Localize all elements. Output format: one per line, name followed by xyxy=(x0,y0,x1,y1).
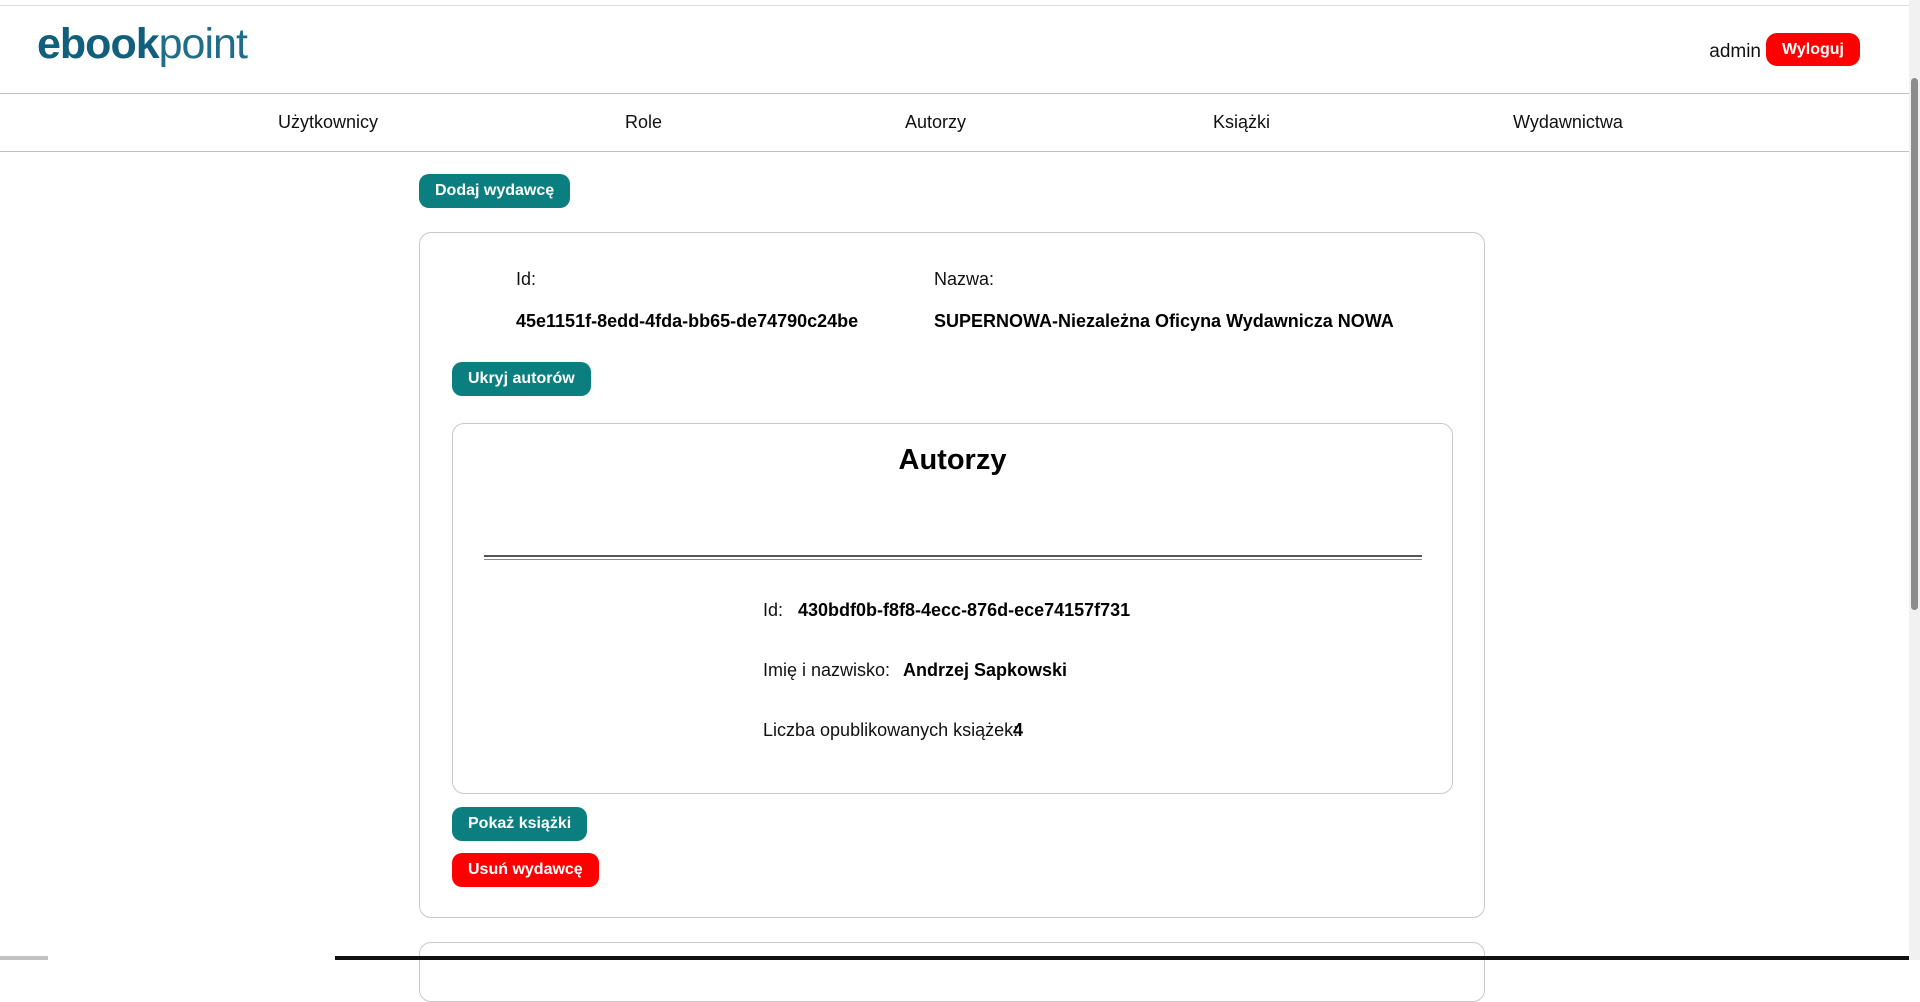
authors-divider xyxy=(484,555,1422,560)
logout-button[interactable]: Wyloguj xyxy=(1766,33,1860,66)
publisher-card-next xyxy=(419,942,1485,1002)
nav-item-authors[interactable]: Autorzy xyxy=(905,112,966,133)
author-name-label: Imię i nazwisko: xyxy=(763,660,891,680)
author-books-count-label: Liczba opublikowanych książek: xyxy=(763,720,1019,740)
bottom-strip xyxy=(0,956,1920,960)
logo-text-ebook: ebook xyxy=(37,20,160,68)
author-id-value: 430bdf0b-f8f8-4ecc-876d-ece74157f731 xyxy=(798,600,1131,620)
publisher-card: Id: 45e1151f-8edd-4fda-bb65-de74790c24be… xyxy=(419,232,1485,918)
author-id-label: Id: xyxy=(763,600,784,620)
delete-publisher-button[interactable]: Usuń wydawcę xyxy=(452,853,599,887)
nav-item-users[interactable]: Użytkownicy xyxy=(278,112,378,133)
author-name-value: Andrzej Sapkowski xyxy=(903,660,1068,680)
username-label: admin xyxy=(1709,41,1761,62)
logo-text-point: point xyxy=(158,20,248,68)
authors-title: Autorzy xyxy=(898,444,1007,476)
show-books-button[interactable]: Pokaż książki xyxy=(452,807,588,841)
publisher-id-label: Id: xyxy=(516,269,537,289)
main-nav: Użytkownicy Role Autorzy Książki Wydawni… xyxy=(0,93,1909,152)
publisher-name-label: Nazwa: xyxy=(934,269,995,289)
ebookpoint-logo[interactable]: ebookpoint xyxy=(37,20,248,69)
bottom-strip-right xyxy=(335,956,1909,960)
authors-panel: Autorzy Id: 430bdf0b-f8f8-4ecc-876d-ece7… xyxy=(452,423,1453,794)
publisher-id-value: 45e1151f-8edd-4fda-bb65-de74790c24be xyxy=(516,311,859,331)
add-publisher-button[interactable]: Dodaj wydawcę xyxy=(419,174,571,208)
publisher-name-value: SUPERNOWA-Niezależna Oficyna Wydawnicza … xyxy=(934,311,1394,331)
author-books-count-value: 4 xyxy=(1013,720,1024,740)
nav-item-publishers[interactable]: Wydawnictwa xyxy=(1513,112,1623,133)
scrollbar-thumb[interactable] xyxy=(1911,78,1918,610)
nav-item-books[interactable]: Książki xyxy=(1213,112,1270,133)
app-header: ebookpoint admin Wyloguj xyxy=(0,6,1909,93)
hide-authors-button[interactable]: Ukryj autorów xyxy=(452,362,591,396)
bottom-strip-left xyxy=(0,956,48,960)
nav-item-roles[interactable]: Role xyxy=(625,112,662,133)
